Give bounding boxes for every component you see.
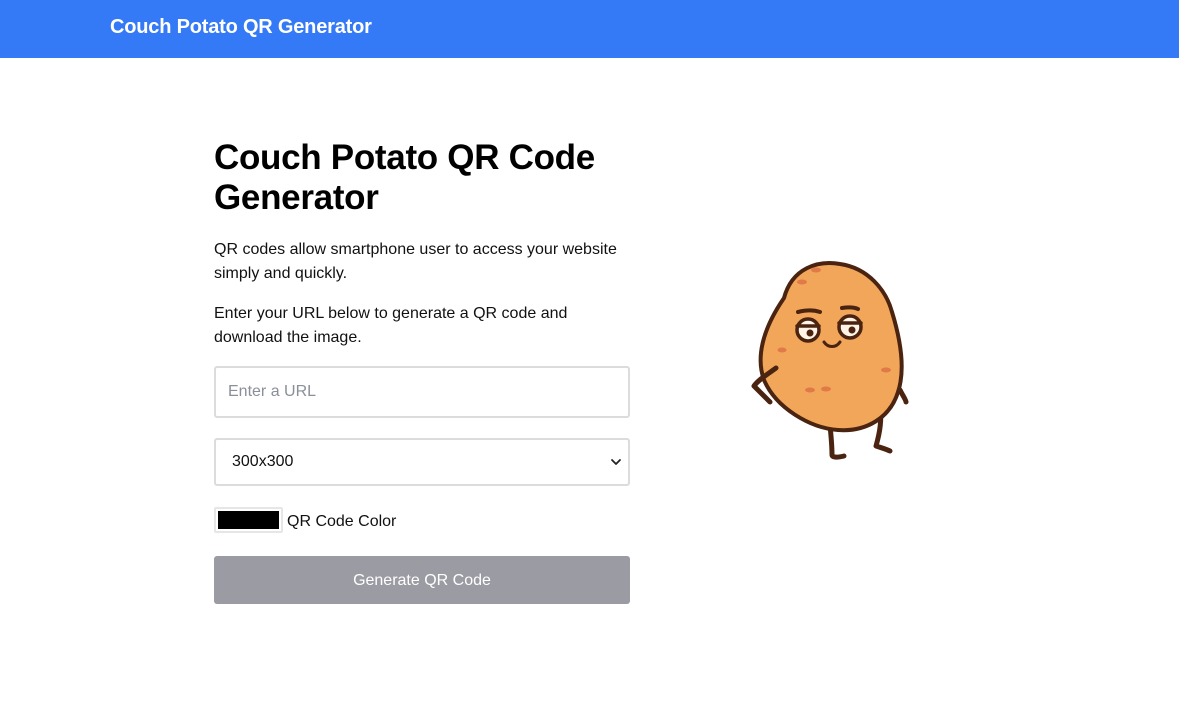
- chevron-down-icon: [611, 459, 621, 465]
- qr-form-section: Couch Potato QR Code Generator QR codes …: [214, 138, 630, 604]
- generate-qr-button[interactable]: Generate QR Code: [214, 556, 630, 604]
- instructions-text: Enter your URL below to generate a QR co…: [214, 305, 568, 346]
- intro-text: QR codes allow smartphone user to access…: [214, 241, 617, 282]
- url-input[interactable]: [214, 366, 630, 418]
- color-picker-row: QR Code Color: [214, 506, 630, 536]
- page-title: Couch Potato QR Code Generator: [214, 138, 595, 217]
- color-picker-input[interactable]: [214, 507, 283, 533]
- color-swatch-fill: [218, 511, 279, 529]
- top-navbar: Couch Potato QR Generator: [0, 0, 1179, 58]
- couch-potato-mascot-icon: [751, 261, 909, 460]
- color-picker-label: QR Code Color: [287, 513, 397, 530]
- size-select-value: 300x300: [232, 453, 294, 470]
- brand-title[interactable]: Couch Potato QR Generator: [110, 16, 372, 39]
- size-select[interactable]: 300x300: [214, 438, 630, 486]
